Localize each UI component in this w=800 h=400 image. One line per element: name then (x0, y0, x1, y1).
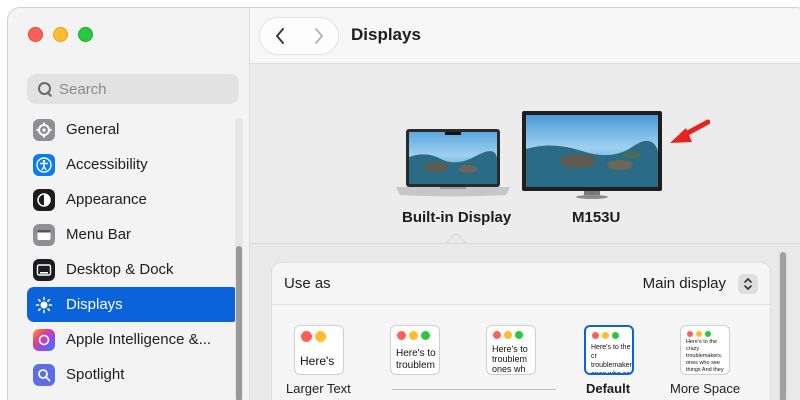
menubar-icon (33, 223, 55, 246)
resolution-option-larger-text[interactable]: Here's Larger Text (286, 325, 351, 396)
sidebar-item-displays[interactable]: Displays (27, 287, 239, 322)
use-as-label: Use as (284, 275, 331, 292)
resolution-sample-text: Here's to troublem (396, 348, 436, 371)
resolution-thumbnail: Here's to the crazy troublemakers. ones … (680, 325, 730, 375)
built-in-display-image[interactable] (396, 129, 510, 197)
resolution-sample-text: Here's (300, 354, 335, 368)
page-title: Displays (351, 25, 421, 44)
resolution-thumbnail: Here's (294, 325, 344, 375)
updown-chevron-icon[interactable] (738, 273, 758, 294)
annotation-arrow-icon (670, 119, 710, 143)
back-button[interactable] (266, 22, 294, 50)
display-settings: Use as Main display Here's Larger Text H… (250, 243, 800, 400)
sidebar-item-label: Menu Bar (66, 226, 132, 243)
resolution-label: More Space (670, 381, 741, 396)
built-in-display-label: Built-in Display (402, 209, 512, 226)
use-as-row: Use as Main display (272, 263, 770, 305)
toolbar: Displays (250, 8, 800, 64)
spotlight-icon (33, 363, 55, 386)
close-button[interactable] (28, 27, 43, 42)
search-field[interactable] (27, 74, 239, 104)
sidebar-item-label: Apple Intelligence &... (66, 331, 212, 348)
accessibility-icon (33, 153, 55, 176)
resolution-slider-track[interactable] (392, 389, 556, 390)
sidebar-scrollbar[interactable] (235, 118, 243, 400)
sidebar-item-spotlight[interactable]: Spotlight (27, 357, 239, 392)
navigation-buttons (259, 17, 339, 55)
resolution-option-2[interactable]: Here's to troublem (390, 325, 440, 375)
resolution-label: Default (585, 381, 631, 396)
gear-icon (33, 118, 55, 141)
resolution-sample-text: Here's to troublem ones wh (492, 344, 528, 374)
resolution-thumbnail: Here's to the cr troublemakers. ones who… (584, 325, 634, 375)
minimize-button[interactable] (53, 27, 68, 42)
sidebar-item-label: Desktop & Dock (66, 261, 174, 278)
search-icon (37, 81, 53, 97)
sidebar-item-label: General (66, 121, 120, 138)
sidebar-item-label: Spotlight (66, 366, 125, 383)
resolution-thumbnail: Here's to troublem ones wh (486, 325, 536, 375)
search-input[interactable] (59, 80, 219, 98)
chevron-right-icon (314, 28, 323, 44)
resolution-label: Larger Text (286, 381, 351, 396)
sun-icon (33, 294, 55, 316)
main-scrollbar[interactable] (778, 252, 788, 400)
apple-intelligence-icon (33, 328, 55, 351)
sidebar-item-accessibility[interactable]: Accessibility (27, 147, 239, 182)
traffic-lights (28, 27, 93, 42)
resolution-option-more-space[interactable]: Here's to the crazy troublemakers. ones … (670, 325, 740, 396)
main-content: Displays Built-in Display M153U Use as M… (250, 8, 800, 400)
chevron-left-icon (275, 28, 284, 44)
main-scroll-thumb[interactable] (780, 252, 786, 400)
sidebar-item-general[interactable]: General (27, 112, 239, 147)
resolution-option-3[interactable]: Here's to troublem ones wh (486, 325, 536, 375)
external-display-image[interactable] (522, 111, 662, 199)
sidebar: General Accessibility Appearance Menu Ba… (8, 8, 250, 400)
use-as-select[interactable]: Main display (642, 273, 758, 294)
settings-window: General Accessibility Appearance Menu Ba… (8, 8, 800, 400)
display-arrangement: Built-in Display M153U (250, 65, 800, 245)
resolution-option-default[interactable]: Here's to the cr troublemakers. ones who… (584, 325, 634, 396)
dock-icon (33, 258, 55, 281)
sidebar-item-label: Accessibility (66, 156, 148, 173)
forward-button[interactable] (305, 22, 333, 50)
external-display-label: M153U (572, 209, 621, 226)
sidebar-item-appearance[interactable]: Appearance (27, 182, 239, 217)
settings-panel: Use as Main display Here's Larger Text H… (271, 262, 771, 400)
sidebar-item-label: Displays (66, 296, 123, 313)
resolution-sample-text: Here's to the cr troublemakers. ones who… (591, 344, 634, 375)
resolution-sample-text: Here's to the crazy troublemakers. ones … (686, 339, 724, 373)
sidebar-item-apple-intelligence[interactable]: Apple Intelligence &... (27, 322, 239, 357)
appearance-icon (33, 188, 55, 211)
sidebar-item-label: Appearance (66, 191, 147, 208)
zoom-button[interactable] (78, 27, 93, 42)
sidebar-list: General Accessibility Appearance Menu Ba… (27, 112, 239, 392)
resolution-thumbnail: Here's to troublem (390, 325, 440, 375)
use-as-value: Main display (642, 275, 726, 292)
sidebar-item-desktop-dock[interactable]: Desktop & Dock (27, 252, 239, 287)
sidebar-scroll-thumb[interactable] (236, 246, 242, 400)
sidebar-item-menu-bar[interactable]: Menu Bar (27, 217, 239, 252)
